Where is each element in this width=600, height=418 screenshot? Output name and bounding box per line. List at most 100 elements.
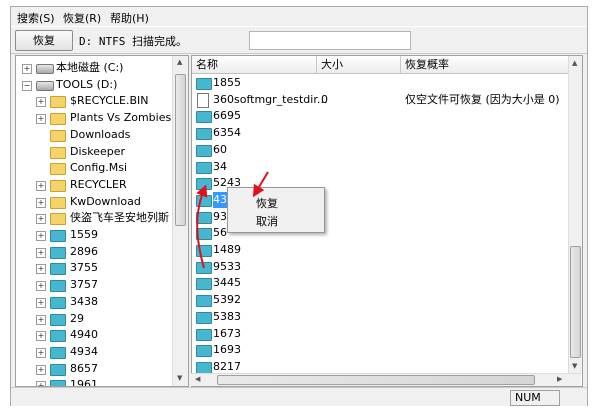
list-item-size: 0	[321, 92, 328, 106]
folder-icon	[196, 328, 212, 341]
tree-item-label: 3438	[70, 294, 98, 308]
list-horizontal-scrollbar[interactable]: ◀ ▶	[191, 373, 581, 386]
list-item[interactable]: 3445	[196, 275, 566, 291]
scroll-left-icon[interactable]: ◀	[195, 375, 200, 383]
folder-icon	[196, 111, 212, 124]
folder-icon	[196, 194, 212, 207]
expand-icon[interactable]: +	[36, 347, 46, 358]
folder-icon	[50, 163, 66, 176]
list-item[interactable]: 60	[196, 142, 566, 158]
context-cancel-item[interactable]: 取消	[256, 213, 278, 229]
scroll-down-icon[interactable]: ▼	[177, 374, 182, 382]
column-name[interactable]: 名称	[192, 56, 317, 73]
tree-vertical-scrollbar[interactable]: ▲ ▼	[172, 56, 188, 386]
list-item[interactable]: 1673	[196, 326, 566, 342]
expand-icon[interactable]: +	[36, 114, 46, 125]
tree-item-label: 侠盗飞车圣安地列斯	[70, 211, 169, 225]
list-item[interactable]: 6354	[196, 125, 566, 141]
list-item-name: 6354	[213, 126, 241, 140]
scroll-down-icon[interactable]: ▼	[572, 362, 577, 370]
menu-help[interactable]: 帮助(H)	[110, 10, 149, 26]
column-size[interactable]: 大小	[317, 56, 401, 73]
folder-icon	[50, 196, 66, 209]
folder-icon	[50, 96, 66, 109]
list-vertical-scrollbar[interactable]: ▲ ▼	[568, 56, 582, 374]
list-item-name: 1673	[213, 326, 241, 340]
menu-search[interactable]: 搜索(S)	[17, 10, 55, 26]
folder-icon	[196, 128, 212, 141]
status-bar: NUM	[11, 387, 587, 406]
folder-icon	[50, 213, 66, 226]
folder-icon	[196, 261, 212, 274]
expand-icon[interactable]: +	[36, 214, 46, 225]
list-item-name: 3445	[213, 276, 241, 290]
tree-item-label: 8657	[70, 361, 98, 375]
folder-icon	[196, 278, 212, 291]
tree-scroll-thumb[interactable]	[175, 74, 186, 226]
tree-item-label: 4934	[70, 344, 98, 358]
expand-icon[interactable]: +	[36, 264, 46, 275]
drive-icon	[36, 80, 54, 91]
expand-icon[interactable]: +	[36, 314, 46, 325]
list-item-name: 1855	[213, 76, 241, 89]
list-hscroll-thumb[interactable]	[217, 375, 535, 385]
folder-teal-icon	[50, 330, 66, 343]
restore-button[interactable]: 恢复	[15, 30, 73, 51]
list-item[interactable]: 1489	[196, 242, 566, 258]
folder-teal-icon	[50, 280, 66, 293]
column-probability[interactable]: 恢复概率	[401, 56, 569, 73]
expand-icon[interactable]: +	[36, 180, 46, 191]
expand-icon[interactable]: +	[36, 231, 46, 241]
folder-teal-icon	[50, 230, 66, 242]
tree-item-label: Plants Vs Zombies	[70, 111, 172, 125]
list-item-name: 5383	[213, 309, 241, 323]
scroll-up-icon[interactable]: ▲	[177, 58, 182, 66]
expand-icon[interactable]: +	[36, 297, 46, 308]
context-menu: 恢复 取消	[227, 187, 325, 233]
list-item[interactable]: 5383	[196, 309, 566, 325]
expand-icon[interactable]: +	[22, 64, 32, 74]
list-item[interactable]: 1693	[196, 342, 566, 358]
list-scroll-thumb[interactable]	[570, 246, 581, 358]
tree-item-label: Diskeeper	[70, 144, 126, 158]
folder-icon	[50, 179, 66, 192]
folder-icon	[196, 161, 212, 174]
list-item-name: 6695	[213, 109, 241, 123]
list-item[interactable]: 5392	[196, 292, 566, 308]
tree-item-label: 1961	[70, 378, 98, 387]
toolbar: 恢复 D: NTFS 扫描完成。	[11, 26, 587, 54]
folder-icon	[196, 178, 212, 191]
folder-teal-icon	[50, 363, 66, 376]
tree-item-label: 3755	[70, 261, 98, 275]
progress-field	[249, 31, 411, 50]
expand-icon[interactable]: +	[36, 97, 46, 108]
list-item-name: 60	[213, 142, 227, 156]
tree-item-label: 2896	[70, 244, 98, 258]
num-lock-indicator: NUM	[510, 390, 560, 406]
folder-icon	[196, 311, 212, 324]
menu-restore[interactable]: 恢复(R)	[63, 10, 101, 26]
tree-item-label: Downloads	[70, 127, 131, 141]
expand-icon[interactable]: +	[36, 364, 46, 375]
expand-icon[interactable]: +	[36, 331, 46, 342]
app-window: 搜索(S) 恢复(R) 帮助(H) 恢复 D: NTFS 扫描完成。 ▲ ▼ +…	[10, 6, 588, 406]
list-item[interactable]: 360softmgr_testdir... 0 仅空文件可恢复 (因为大小是 0)	[196, 92, 566, 108]
folder-teal-icon	[50, 380, 66, 386]
list-item[interactable]: 34	[196, 159, 566, 175]
expand-icon[interactable]: +	[36, 247, 46, 258]
scroll-up-icon[interactable]: ▲	[572, 59, 577, 67]
expand-icon[interactable]: +	[36, 197, 46, 208]
list-item[interactable]: 1855	[196, 75, 566, 91]
list-item[interactable]: 9533	[196, 259, 566, 275]
collapse-icon[interactable]: −	[22, 80, 32, 91]
folder-icon	[196, 245, 212, 257]
list-item-name: 9533	[213, 259, 241, 273]
list-item-probability: 仅空文件可恢复 (因为大小是 0)	[405, 92, 560, 106]
file-icon	[197, 92, 209, 108]
folder-icon	[196, 345, 212, 358]
context-restore-item[interactable]: 恢复	[256, 195, 278, 211]
list-item[interactable]: 6695	[196, 108, 566, 124]
tree-item-label: 3757	[70, 278, 98, 292]
expand-icon[interactable]: +	[36, 281, 46, 292]
scroll-right-icon[interactable]: ▶	[557, 375, 562, 383]
